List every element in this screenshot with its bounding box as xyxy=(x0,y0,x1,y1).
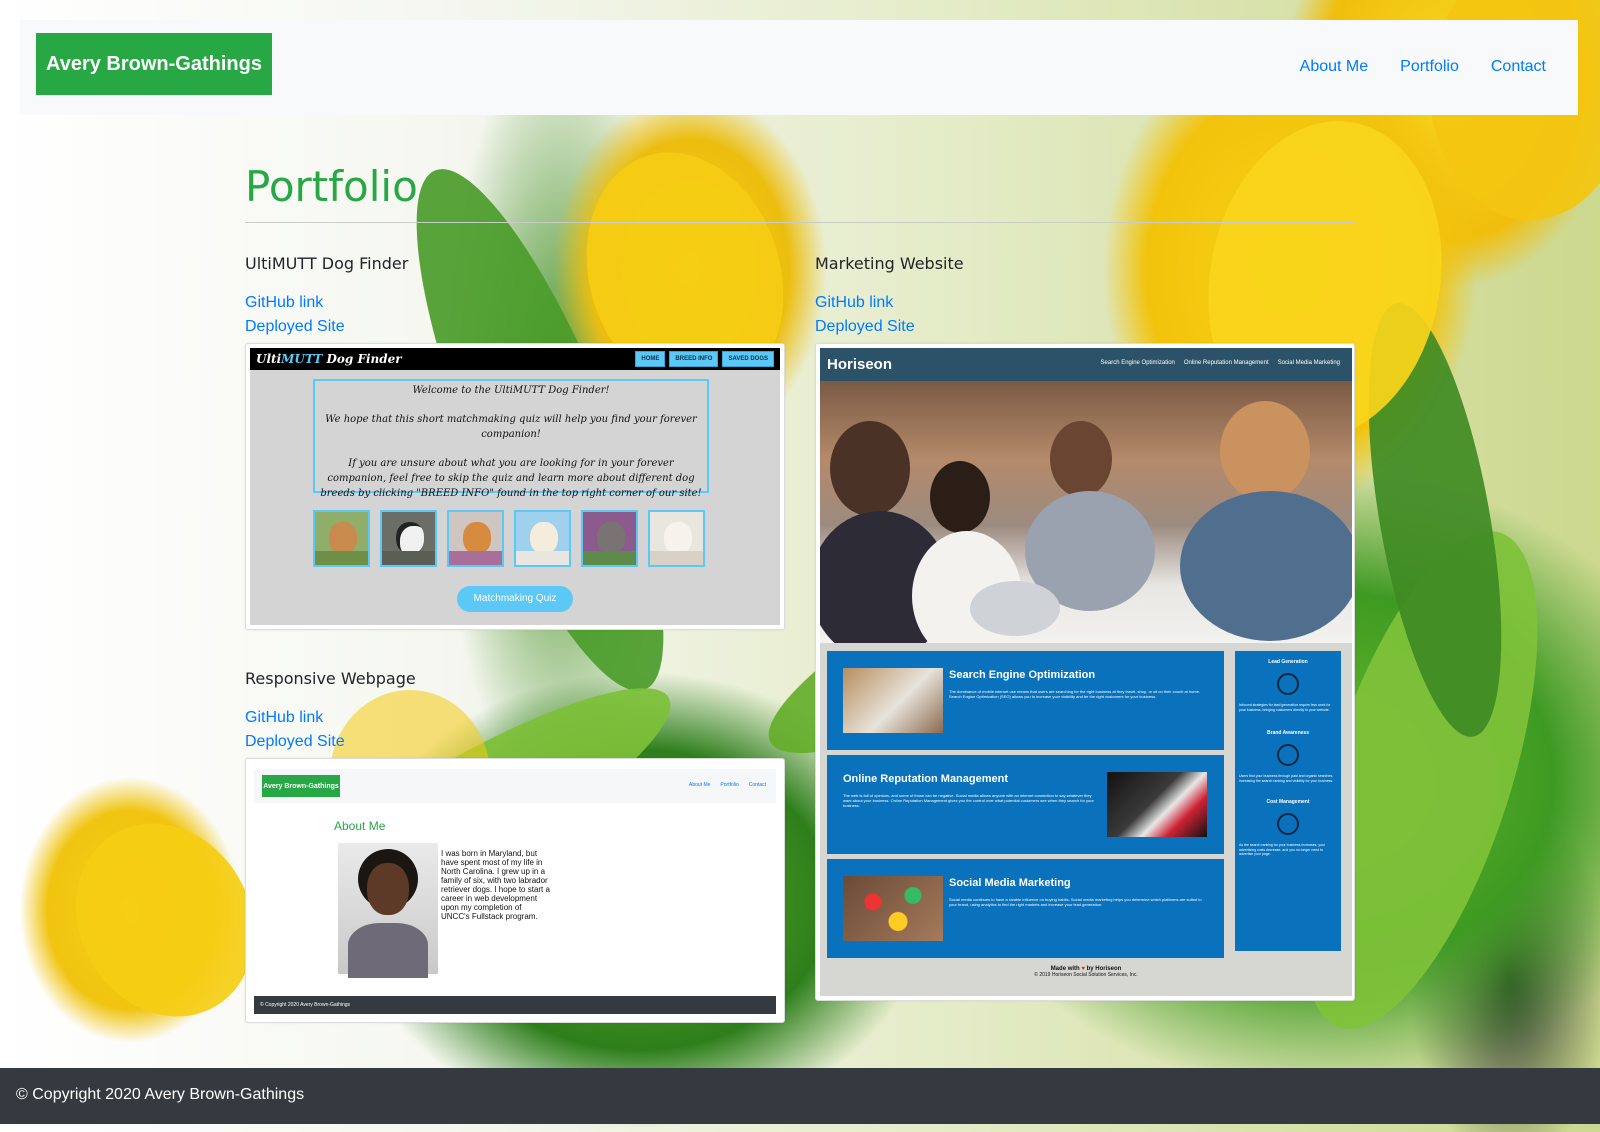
puppy-photo xyxy=(447,510,504,567)
dog-nav-saved-dogs: SAVED DOGS xyxy=(722,351,774,367)
puppy-gallery xyxy=(313,510,705,567)
horiseon-logo: Horiseon xyxy=(827,356,893,373)
title-divider xyxy=(245,222,1355,223)
nav-portfolio[interactable]: Portfolio xyxy=(1400,58,1459,76)
profile-photo xyxy=(338,843,438,978)
project-title: UltiMUTT Dog Finder xyxy=(245,254,409,273)
nav-contact[interactable]: Contact xyxy=(1491,58,1546,76)
horiseon-nav-orm: Online Reputation Management xyxy=(1183,360,1269,366)
project-title: Marketing Website xyxy=(815,254,964,273)
horiseon-card-smm: Social Media Marketing Social media cont… xyxy=(827,859,1224,958)
github-link[interactable]: GitHub link xyxy=(245,291,785,315)
puppy-photo xyxy=(648,510,705,567)
matchmaking-quiz-button: Matchmaking Quiz xyxy=(457,586,573,612)
page-title: Portfolio xyxy=(245,162,418,211)
horiseon-benefits-sidebar: Lead Generation Inbound strategies for l… xyxy=(1235,651,1341,951)
horiseon-nav-seo: Search Engine Optimization xyxy=(1100,360,1175,366)
project-screenshot: Avery Brown-Gathings About Me Portfolio … xyxy=(245,758,785,1023)
horiseon-hero-image xyxy=(820,381,1352,643)
brand-logo[interactable]: Avery Brown-Gathings xyxy=(36,33,272,95)
dog-nav-home: HOME xyxy=(635,351,666,367)
horiseon-card-orm: Online Reputation Management The web is … xyxy=(827,755,1224,854)
puppy-photo xyxy=(581,510,638,567)
deployed-site-link[interactable]: Deployed Site xyxy=(245,315,785,339)
dog-finder-logo: UltiMUTT Dog Finder xyxy=(256,352,402,366)
tulip-background xyxy=(0,0,1600,1132)
project-title: Responsive Webpage xyxy=(245,669,416,688)
project-screenshot: Horiseon Search Engine Optimization Onli… xyxy=(815,343,1355,1001)
money-icon xyxy=(1277,813,1299,835)
horiseon-footer: Made with ♥ by Horiseon © 2019 Horiseon … xyxy=(1034,966,1138,978)
project-responsive-webpage: Responsive Webpage GitHub link Deployed … xyxy=(245,669,785,1023)
project-ultimutt: UltiMUTT Dog Finder GitHub link Deployed… xyxy=(245,254,785,630)
project-screenshot: UltiMUTT Dog Finder HOME BREED INFO SAVE… xyxy=(245,343,785,630)
broadcast-icon xyxy=(1277,744,1299,766)
puppy-photo xyxy=(313,510,370,567)
nav-about-me[interactable]: About Me xyxy=(1300,58,1368,76)
horiseon-card-seo: Search Engine Optimization The dominance… xyxy=(827,651,1224,750)
mini-brand: Avery Brown-Gathings xyxy=(262,775,340,797)
deployed-site-link[interactable]: Deployed Site xyxy=(245,730,785,754)
horiseon-nav-smm: Social Media Marketing xyxy=(1277,360,1340,366)
mini-about-title: About Me xyxy=(334,819,386,833)
project-marketing-website: Marketing Website GitHub link Deployed S… xyxy=(815,254,1355,1001)
github-link[interactable]: GitHub link xyxy=(815,291,1355,315)
dog-nav-breed-info: BREED INFO xyxy=(669,351,719,367)
mini-footer: © Copyright 2020 Avery Brown-Gathings xyxy=(254,996,776,1014)
navbar: Avery Brown-Gathings About Me Portfolio … xyxy=(20,20,1578,115)
copyright-text: © Copyright 2020 Avery Brown-Gathings xyxy=(16,1086,305,1103)
footer: © Copyright 2020 Avery Brown-Gathings xyxy=(0,1068,1600,1124)
dog-welcome-box: Welcome to the UltiMUTT Dog Finder! We h… xyxy=(313,379,709,499)
mini-bio: I was born in Maryland, but have spent m… xyxy=(441,849,550,921)
lightbulb-icon xyxy=(1277,673,1299,695)
deployed-site-link[interactable]: Deployed Site xyxy=(815,315,1355,339)
puppy-photo xyxy=(380,510,437,567)
puppy-photo xyxy=(514,510,571,567)
nav-links: About Me Portfolio Contact xyxy=(1300,58,1546,76)
github-link[interactable]: GitHub link xyxy=(245,706,785,730)
